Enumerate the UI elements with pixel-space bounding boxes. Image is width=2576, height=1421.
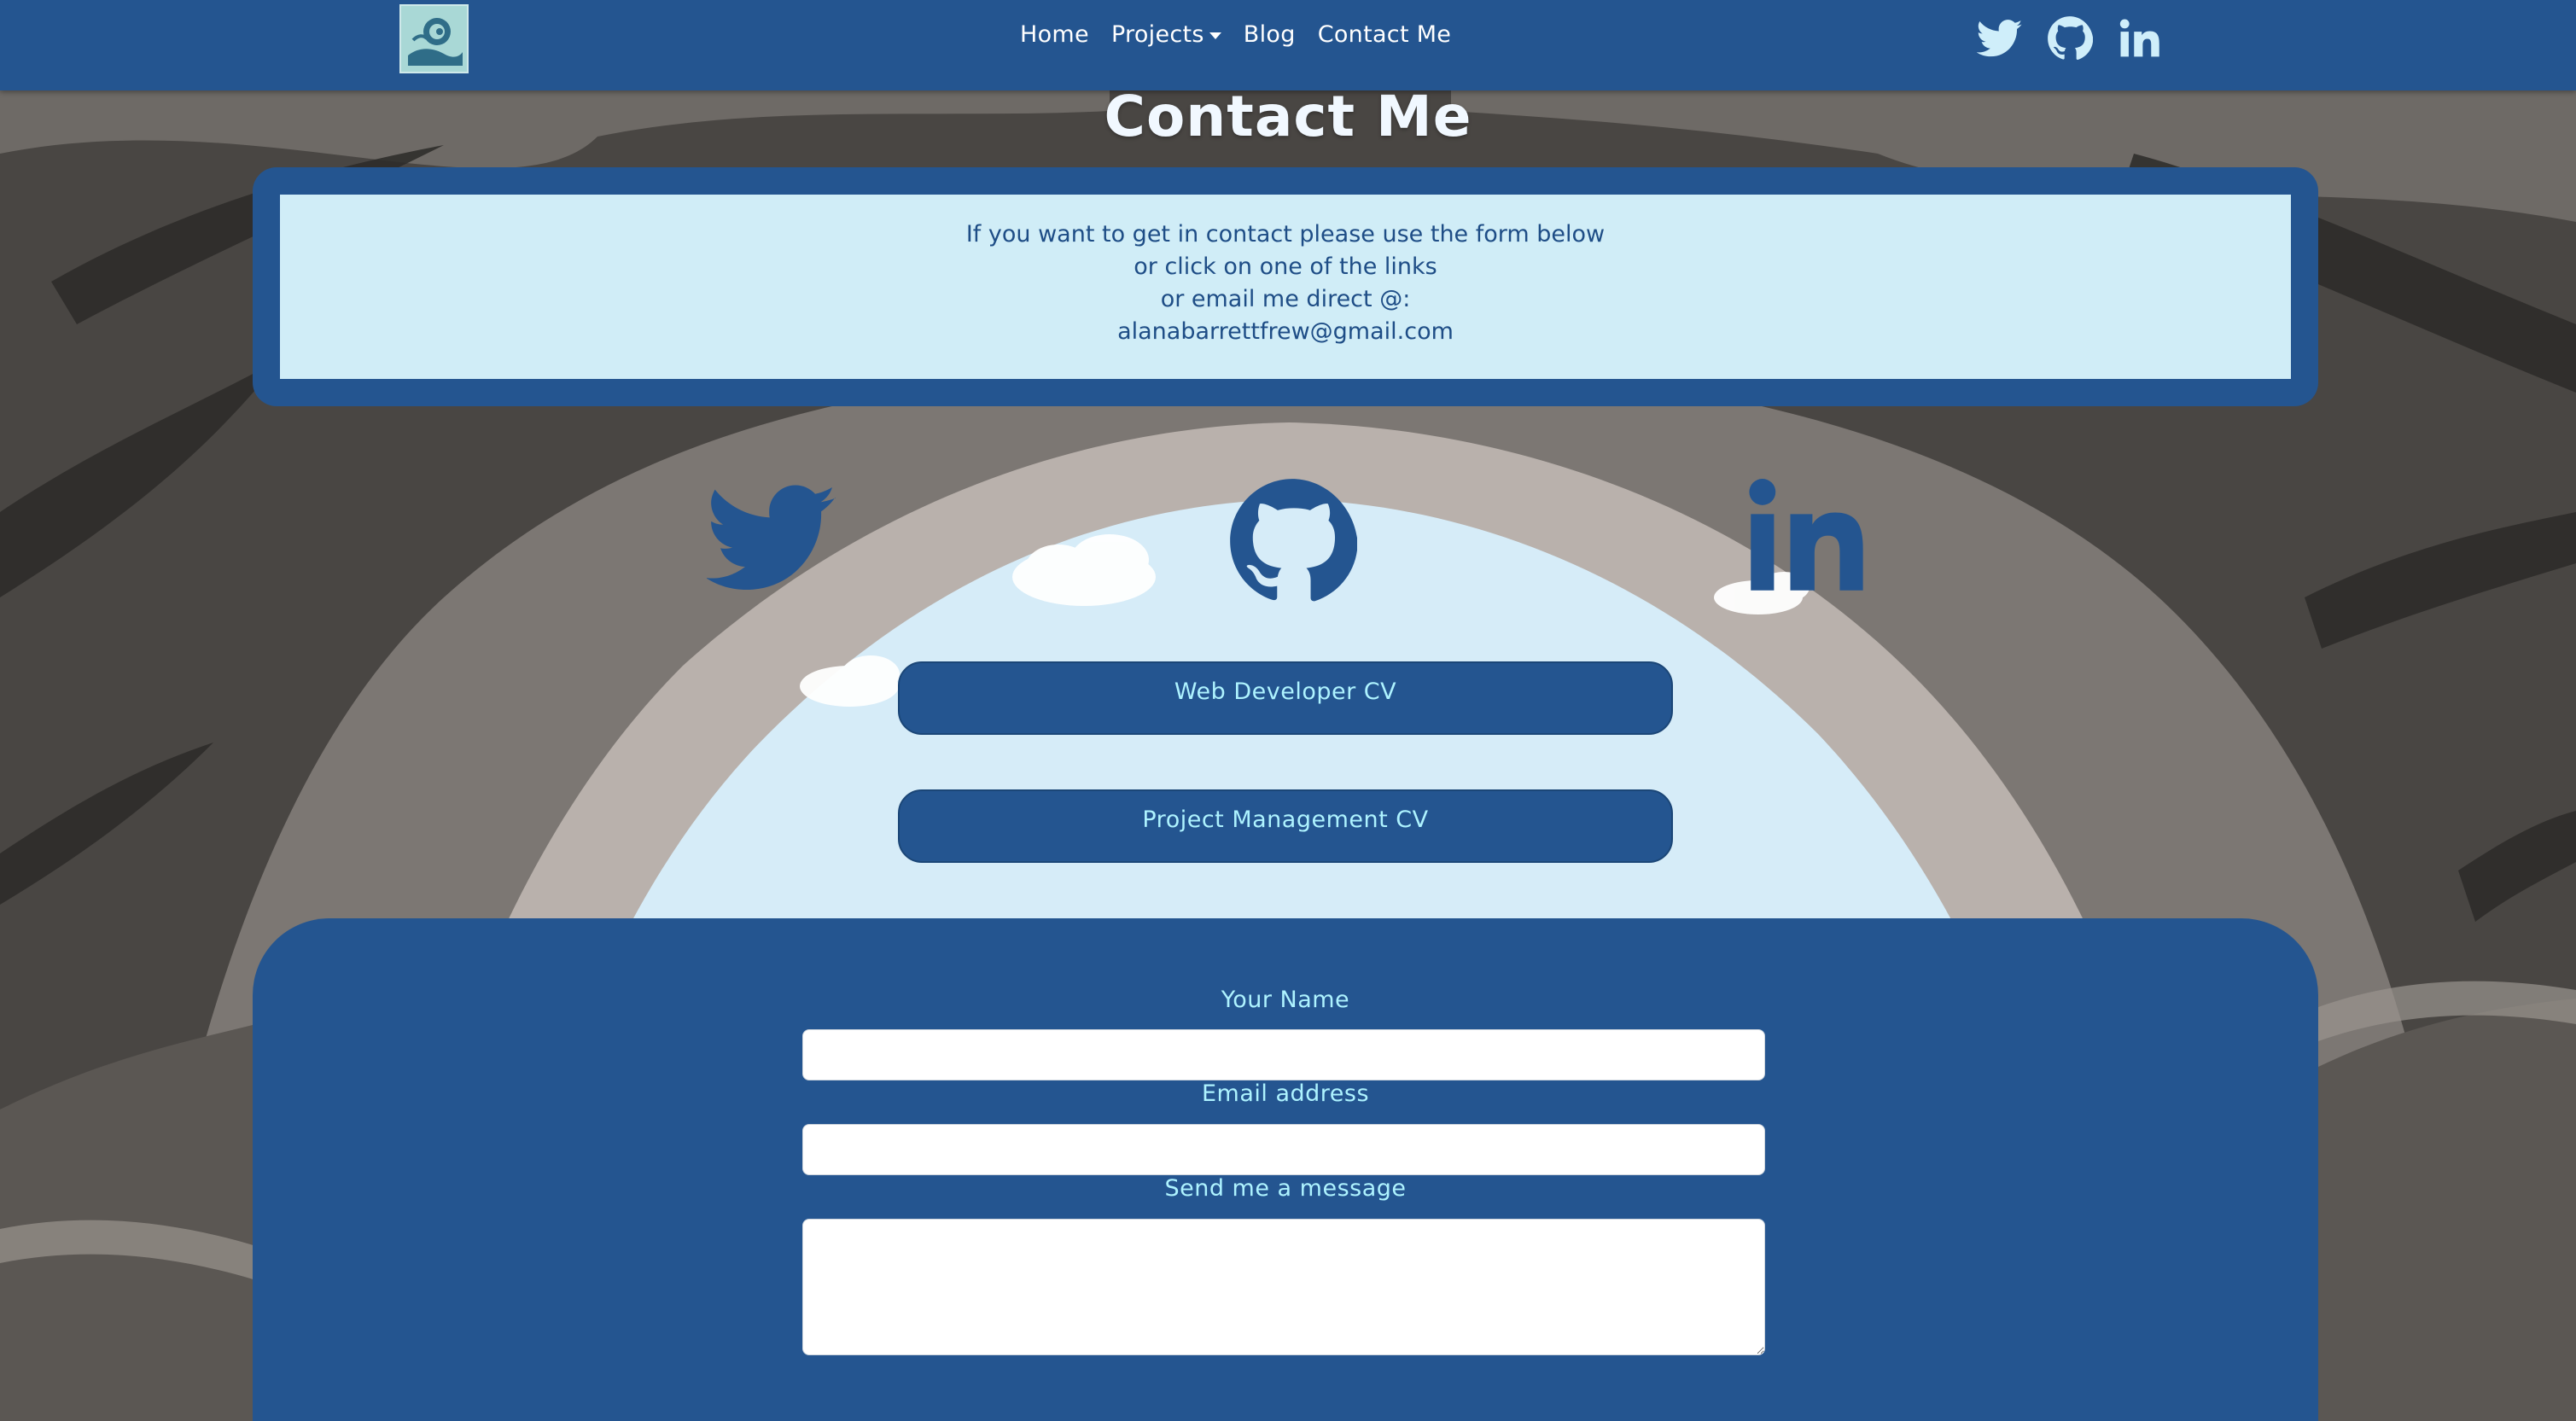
nav-blog[interactable]: Blog	[1244, 21, 1296, 48]
intro-card: If you want to get in contact please use…	[253, 167, 2318, 406]
linkedin-icon[interactable]	[2117, 15, 2163, 61]
name-input[interactable]	[802, 1029, 1765, 1080]
project-management-cv-label: Project Management CV	[1142, 807, 1429, 833]
nav-contact-label: Contact Me	[1317, 21, 1452, 48]
nav-home-label: Home	[1020, 21, 1089, 48]
intro-line-links: or click on one of the links	[1134, 253, 1437, 280]
name-label: Your Name	[1221, 987, 1350, 1013]
email-input[interactable]	[802, 1124, 1765, 1175]
twitter-icon[interactable]	[1977, 15, 2023, 61]
page-title: Contact Me	[1104, 84, 1472, 149]
navbar: Home Projects Blog Contact Me	[0, 0, 2576, 90]
web-developer-cv-label: Web Developer CV	[1174, 678, 1397, 705]
intro-line-form: If you want to get in contact please use…	[965, 221, 1606, 248]
nav-contact[interactable]: Contact Me	[1318, 21, 1452, 48]
intro-email-link[interactable]: alanabarrettfrew@gmail.com	[280, 316, 2291, 348]
nav-blog-label: Blog	[1243, 21, 1296, 48]
project-management-cv-button[interactable]: Project Management CV	[898, 789, 1673, 863]
nav-projects-label: Projects	[1110, 21, 1204, 48]
linkedin-icon[interactable]	[1743, 475, 1869, 596]
swirl-logo-icon	[401, 6, 467, 72]
intro-line-email-prompt: or email me direct @:	[1160, 286, 1411, 312]
github-icon[interactable]	[1227, 476, 1357, 606]
intro-text-box: If you want to get in contact please use…	[280, 195, 2291, 379]
twitter-icon[interactable]	[707, 483, 838, 596]
email-label: Email address	[1201, 1080, 1370, 1107]
nav-projects-dropdown[interactable]: Projects	[1111, 21, 1221, 48]
github-icon[interactable]	[2047, 15, 2093, 61]
message-label: Send me a message	[1164, 1175, 1407, 1202]
caret-down-icon	[1209, 32, 1221, 39]
nav-home[interactable]: Home	[1020, 21, 1089, 48]
nav-links: Home Projects Blog Contact Me	[1020, 21, 1473, 48]
contact-form: Your Name Email address Send me a messag…	[253, 918, 2318, 1421]
web-developer-cv-button[interactable]: Web Developer CV	[898, 661, 1673, 735]
nav-social-icons	[1977, 15, 2187, 61]
site-logo[interactable]	[399, 4, 469, 73]
message-textarea[interactable]	[802, 1219, 1765, 1355]
